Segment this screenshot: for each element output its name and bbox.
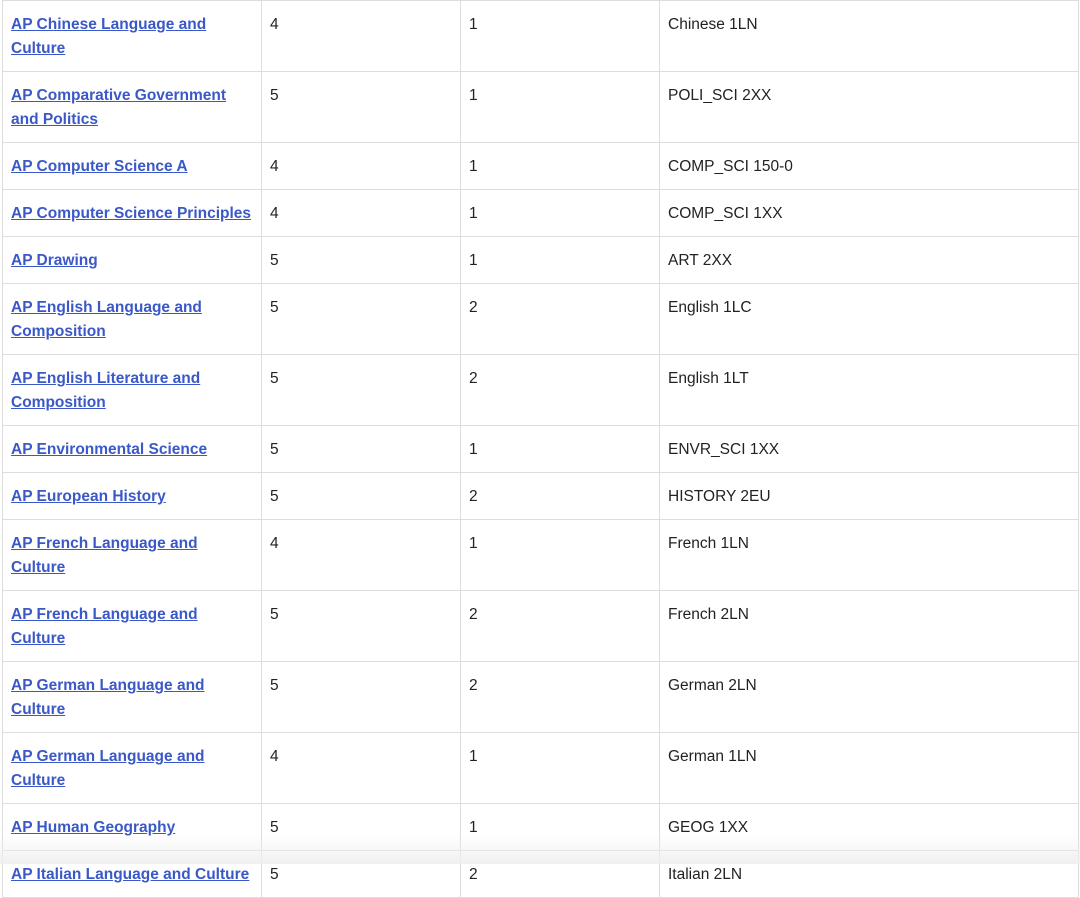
equivalent-course-cell: Italian 2LN — [659, 850, 1079, 898]
table-row: AP French Language and Culture 5 2 Frenc… — [2, 590, 1079, 662]
score-cell: 5 — [261, 236, 461, 284]
exam-cell: AP German Language and Culture — [2, 732, 262, 804]
score-cell: 5 — [261, 803, 461, 851]
exam-cell: AP German Language and Culture — [2, 661, 262, 733]
score-cell: 5 — [261, 472, 461, 520]
exam-cell: AP English Literature and Composition — [2, 354, 262, 426]
score-cell: 5 — [261, 71, 461, 143]
exam-cell: AP Comparative Government and Politics — [2, 71, 262, 143]
exam-link[interactable]: AP European History — [11, 488, 166, 505]
exam-cell: AP European History — [2, 472, 262, 520]
score-cell: 4 — [261, 189, 461, 237]
exam-link[interactable]: AP Italian Language and Culture — [11, 866, 249, 883]
table-row: AP Italian Language and Culture 5 2 Ital… — [2, 850, 1079, 898]
table-row: AP English Literature and Composition 5 … — [2, 354, 1079, 426]
equivalent-course-cell: German 1LN — [659, 732, 1079, 804]
exam-cell: AP French Language and Culture — [2, 519, 262, 591]
table-row: AP German Language and Culture 4 1 Germa… — [2, 732, 1079, 804]
table-row: AP Computer Science A 4 1 COMP_SCI 150-0 — [2, 142, 1079, 190]
exam-link[interactable]: AP Chinese Language and Culture — [11, 16, 206, 57]
exam-cell: AP Italian Language and Culture — [2, 850, 262, 898]
table-row: AP Drawing 5 1 ART 2XX — [2, 236, 1079, 284]
exam-cell: AP Drawing — [2, 236, 262, 284]
units-cell: 1 — [460, 189, 660, 237]
exam-cell: AP French Language and Culture — [2, 590, 262, 662]
equivalent-course-cell: COMP_SCI 150-0 — [659, 142, 1079, 190]
equivalent-course-cell: POLI_SCI 2XX — [659, 71, 1079, 143]
exam-link[interactable]: AP Environmental Science — [11, 441, 207, 458]
equivalent-course-cell: ENVR_SCI 1XX — [659, 425, 1079, 473]
units-cell: 2 — [460, 283, 660, 355]
equivalent-course-cell: English 1LT — [659, 354, 1079, 426]
exam-link[interactable]: AP French Language and Culture — [11, 606, 198, 647]
units-cell: 2 — [460, 472, 660, 520]
equivalent-course-cell: French 2LN — [659, 590, 1079, 662]
score-cell: 5 — [261, 354, 461, 426]
equivalent-course-cell: COMP_SCI 1XX — [659, 189, 1079, 237]
exam-cell: AP Human Geography — [2, 803, 262, 851]
score-cell: 5 — [261, 425, 461, 473]
table-row: AP Environmental Science 5 1 ENVR_SCI 1X… — [2, 425, 1079, 473]
units-cell: 2 — [460, 590, 660, 662]
exam-link[interactable]: AP Drawing — [11, 252, 98, 269]
units-cell: 2 — [460, 354, 660, 426]
exam-link[interactable]: AP German Language and Culture — [11, 748, 205, 789]
exam-link[interactable]: AP French Language and Culture — [11, 535, 198, 576]
exam-cell: AP Computer Science Principles — [2, 189, 262, 237]
table-row: AP French Language and Culture 4 1 Frenc… — [2, 519, 1079, 591]
score-cell: 4 — [261, 0, 461, 72]
exam-link[interactable]: AP German Language and Culture — [11, 677, 205, 718]
units-cell: 2 — [460, 661, 660, 733]
ap-credit-table: AP Chinese Language and Culture 4 1 Chin… — [2, 0, 1079, 898]
table-body: AP Chinese Language and Culture 4 1 Chin… — [2, 0, 1079, 898]
equivalent-course-cell: HISTORY 2EU — [659, 472, 1079, 520]
exam-link[interactable]: AP English Language and Composition — [11, 299, 202, 340]
score-cell: 5 — [261, 590, 461, 662]
units-cell: 1 — [460, 236, 660, 284]
units-cell: 1 — [460, 803, 660, 851]
exam-link[interactable]: AP Computer Science Principles — [11, 205, 251, 222]
exam-cell: AP Chinese Language and Culture — [2, 0, 262, 72]
exam-link[interactable]: AP Human Geography — [11, 819, 175, 836]
table-row: AP European History 5 2 HISTORY 2EU — [2, 472, 1079, 520]
table-row: AP German Language and Culture 5 2 Germa… — [2, 661, 1079, 733]
equivalent-course-cell: ART 2XX — [659, 236, 1079, 284]
units-cell: 1 — [460, 142, 660, 190]
score-cell: 4 — [261, 142, 461, 190]
units-cell: 1 — [460, 519, 660, 591]
exam-link[interactable]: AP English Literature and Composition — [11, 370, 200, 411]
table-row: AP Chinese Language and Culture 4 1 Chin… — [2, 0, 1079, 72]
units-cell: 1 — [460, 71, 660, 143]
score-cell: 5 — [261, 283, 461, 355]
table-row: AP Human Geography 5 1 GEOG 1XX — [2, 803, 1079, 851]
equivalent-course-cell: German 2LN — [659, 661, 1079, 733]
units-cell: 1 — [460, 0, 660, 72]
equivalent-course-cell: GEOG 1XX — [659, 803, 1079, 851]
exam-cell: AP English Language and Composition — [2, 283, 262, 355]
exam-cell: AP Computer Science A — [2, 142, 262, 190]
equivalent-course-cell: Chinese 1LN — [659, 0, 1079, 72]
score-cell: 5 — [261, 850, 461, 898]
table-row: AP Computer Science Principles 4 1 COMP_… — [2, 189, 1079, 237]
table-row: AP English Language and Composition 5 2 … — [2, 283, 1079, 355]
score-cell: 5 — [261, 661, 461, 733]
exam-link[interactable]: AP Computer Science A — [11, 158, 188, 175]
units-cell: 1 — [460, 732, 660, 804]
equivalent-course-cell: English 1LC — [659, 283, 1079, 355]
score-cell: 4 — [261, 519, 461, 591]
units-cell: 1 — [460, 425, 660, 473]
units-cell: 2 — [460, 850, 660, 898]
exam-cell: AP Environmental Science — [2, 425, 262, 473]
score-cell: 4 — [261, 732, 461, 804]
table-row: AP Comparative Government and Politics 5… — [2, 71, 1079, 143]
equivalent-course-cell: French 1LN — [659, 519, 1079, 591]
exam-link[interactable]: AP Comparative Government and Politics — [11, 87, 226, 128]
